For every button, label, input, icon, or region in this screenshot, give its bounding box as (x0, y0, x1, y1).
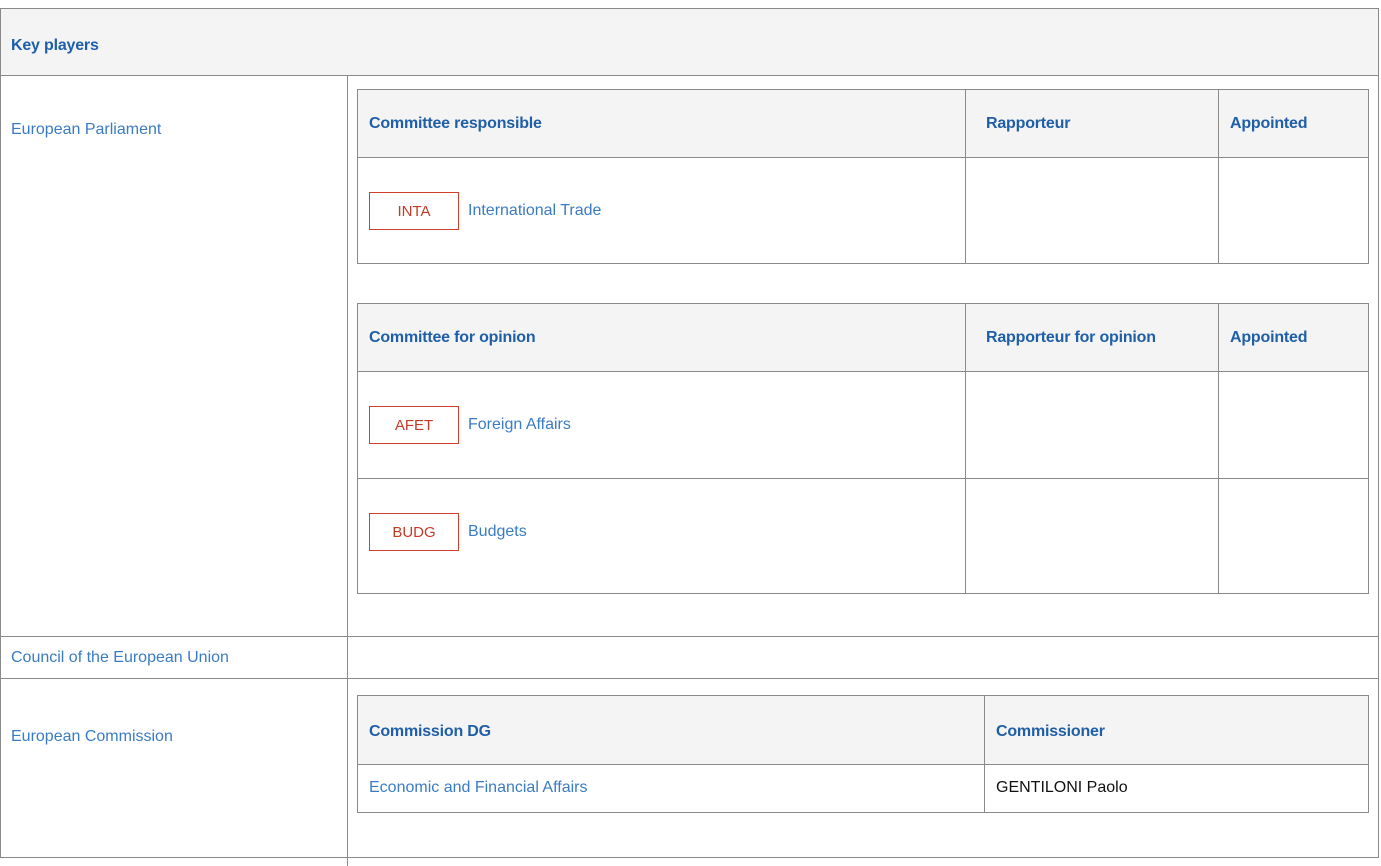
committee-opinion-table: Committee for opinion Rapporteur for opi… (357, 303, 1369, 594)
header-committee-responsible: Committee responsible (369, 115, 542, 132)
committee-badge-inta[interactable]: INTA (369, 192, 459, 230)
row-separator (358, 478, 1368, 479)
header-committee-for-opinion: Committee for opinion (369, 329, 536, 346)
row-divider-commission (1, 678, 1378, 679)
column-divider (347, 76, 348, 866)
column-separator (1218, 304, 1219, 593)
column-separator (1218, 90, 1219, 263)
table-header-row (358, 696, 1368, 764)
committee-badge-budg[interactable]: BUDG (369, 513, 459, 551)
european-commission-link[interactable]: European Commission (11, 728, 173, 746)
commission-dg-link-ecfin[interactable]: Economic and Financial Affairs (369, 779, 587, 797)
column-separator (984, 696, 985, 812)
committee-link-budgets[interactable]: Budgets (468, 523, 527, 541)
header-rapporteur: Rapporteur (986, 115, 1071, 132)
committee-responsible-table: Committee responsible Rapporteur Appoint… (357, 89, 1369, 264)
commissioner-name: GENTILONI Paolo (996, 779, 1128, 796)
header-separator (358, 371, 1368, 372)
council-link[interactable]: Council of the European Union (11, 649, 229, 667)
header-commission-dg: Commission DG (369, 723, 491, 740)
section-title: Key players (11, 37, 99, 54)
european-parliament-link[interactable]: European Parliament (11, 121, 161, 139)
committee-badge-afet[interactable]: AFET (369, 406, 459, 444)
header-appointed: Appointed (1230, 329, 1308, 346)
header-separator (358, 764, 1368, 765)
commission-table: Commission DG Commissioner Economic and … (357, 695, 1369, 813)
section-header: Key players (1, 9, 1378, 76)
header-commissioner: Commissioner (996, 723, 1105, 740)
header-appointed: Appointed (1230, 115, 1308, 132)
committee-link-international-trade[interactable]: International Trade (468, 202, 601, 220)
column-separator (965, 90, 966, 263)
column-separator (965, 304, 966, 593)
header-rapporteur-for-opinion: Rapporteur for opinion (986, 329, 1156, 346)
key-players-panel: Key players European Parliament Council … (0, 8, 1379, 866)
header-separator (358, 157, 1368, 158)
committee-link-foreign-affairs[interactable]: Foreign Affairs (468, 416, 571, 434)
row-divider-council (1, 636, 1378, 637)
